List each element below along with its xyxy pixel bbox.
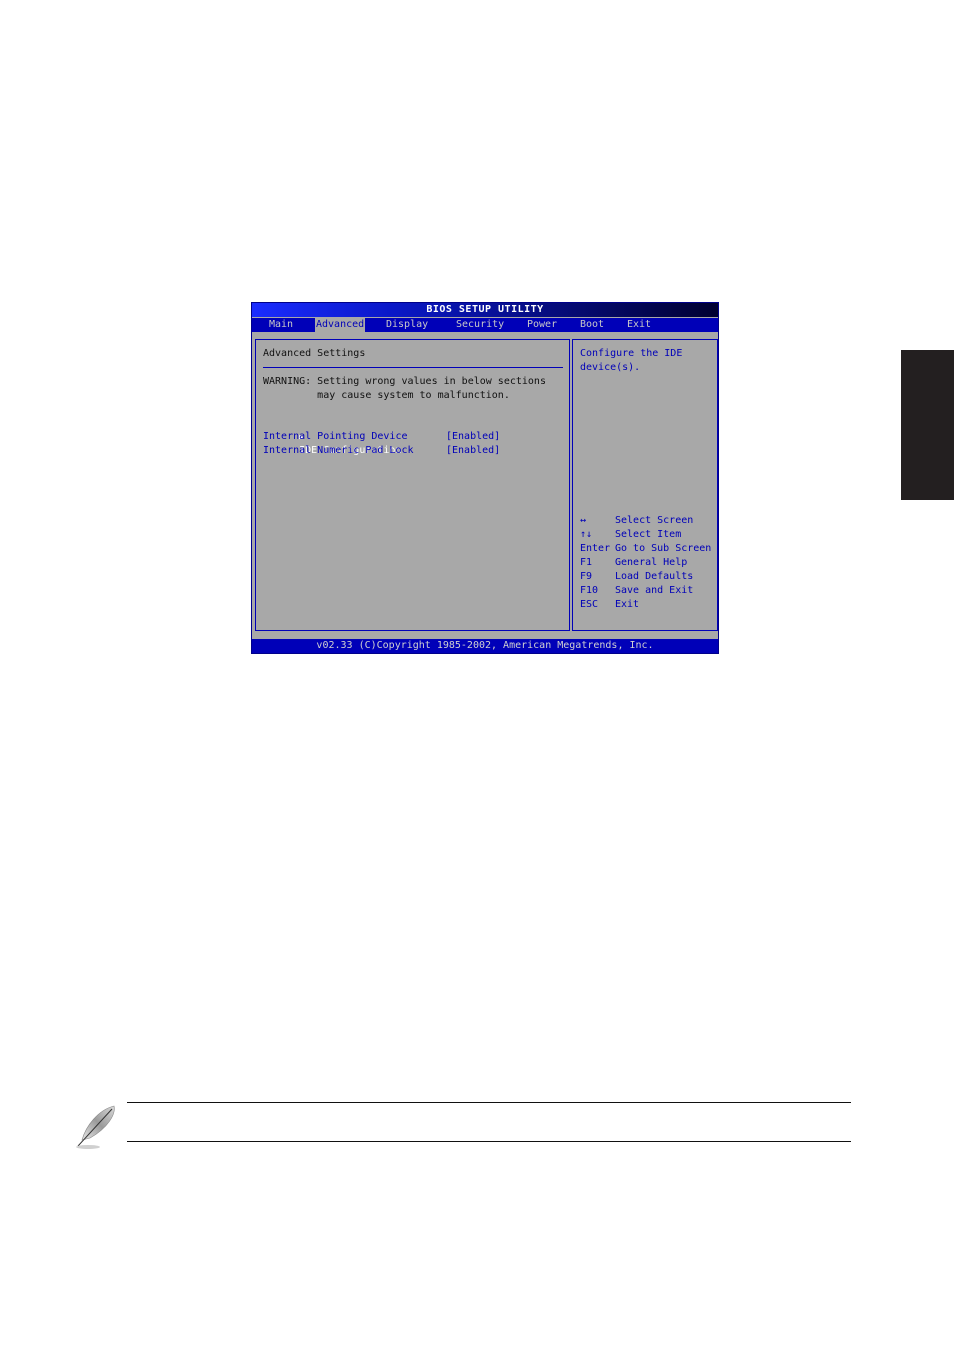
warning-line-2: may cause system to malfunction. — [263, 390, 510, 401]
key-action: Load Defaults — [615, 571, 694, 582]
help-panel: Configure the IDE device(s). ↔ Select Sc… — [572, 339, 718, 631]
setting-internal-numeric-pad-lock-label[interactable]: Internal Numeric Pad Lock — [263, 444, 414, 458]
menu-tab-security[interactable]: Security — [455, 318, 505, 332]
menu-tab-power[interactable]: Power — [526, 318, 558, 332]
menu-tab-advanced[interactable]: Advanced — [315, 318, 366, 332]
menu-tab-main[interactable]: Main — [268, 318, 294, 332]
bios-setup-screen: BIOS SETUP UTILITY Main Advanced Display… — [251, 302, 719, 654]
note-bottom-rule — [127, 1141, 851, 1142]
setting-internal-pointing-device-label[interactable]: Internal Pointing Device — [263, 430, 408, 444]
menu-tab-exit[interactable]: Exit — [626, 318, 652, 332]
key-action: Select Screen — [615, 515, 694, 526]
feather-pen-icon — [76, 1105, 115, 1149]
copyright-footer: v02.33 (C)Copyright 1985-2002, American … — [252, 639, 718, 653]
key-action: Save and Exit — [615, 585, 694, 596]
setting-internal-pointing-device-value[interactable]: [Enabled] — [446, 430, 500, 444]
key-action: Select Item — [615, 529, 682, 540]
setting-internal-numeric-pad-lock-value[interactable]: [Enabled] — [446, 444, 500, 458]
key-action: Go to Sub Screen — [615, 543, 712, 554]
bios-menu-bar: Main Advanced Display Security Power Boo… — [252, 318, 718, 332]
menu-tab-boot[interactable]: Boot — [579, 318, 605, 332]
key-left-right-icon: ↔ — [580, 515, 587, 526]
key-action: General Help — [615, 557, 688, 568]
settings-panel: Advanced Settings WARNING: Setting wrong… — [255, 339, 570, 631]
heading-divider — [263, 367, 563, 368]
help-text-line-1: Configure the IDE — [580, 348, 683, 359]
key-name: Enter — [580, 543, 611, 554]
key-up-down-icon: ↑↓ — [580, 529, 593, 540]
help-text-line-2: device(s). — [580, 362, 641, 373]
menu-tab-display[interactable]: Display — [385, 318, 429, 332]
key-name: F1 — [580, 557, 593, 568]
bios-title: BIOS SETUP UTILITY — [252, 303, 718, 317]
warning-line-1: WARNING: Setting wrong values in below s… — [263, 376, 546, 387]
chapter-tab — [901, 350, 954, 500]
key-action: Exit — [615, 599, 640, 610]
key-name: F10 — [580, 585, 599, 596]
key-name: ESC — [580, 599, 599, 610]
key-name: F9 — [580, 571, 593, 582]
section-heading: Advanced Settings — [263, 348, 366, 359]
note-top-rule — [127, 1102, 851, 1103]
